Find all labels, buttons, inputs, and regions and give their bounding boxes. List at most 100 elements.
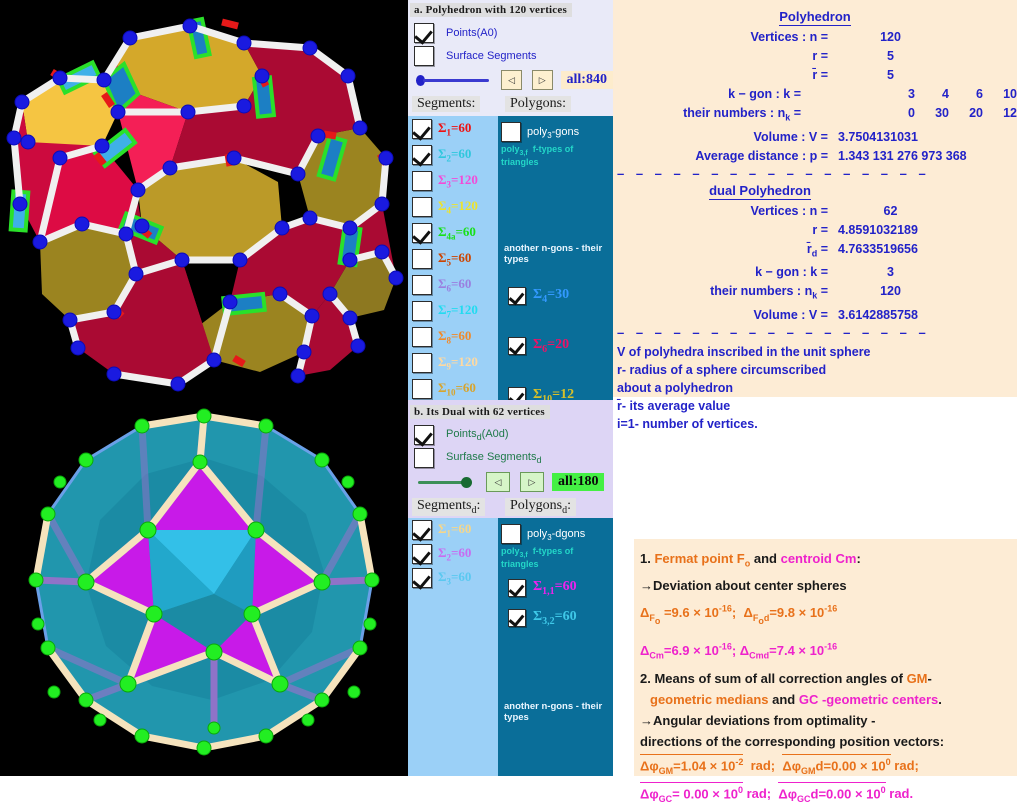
segment-row-5[interactable]: Σ4a=60 — [408, 220, 498, 246]
segment-row-8[interactable]: Σ7=120 — [408, 298, 498, 324]
segment-label-2: Σ2=60 — [438, 146, 472, 164]
poly-gons-row-top[interactable]: poly3-gons — [498, 116, 613, 142]
all-count-badge-bottom: all:180 — [552, 473, 605, 491]
surface-segments-checkbox-top[interactable] — [414, 46, 434, 66]
ngon-row-1[interactable]: Σ1,1=60 — [498, 573, 613, 603]
note-line-9: ΔφGM=1.04 × 10-2 rad; ΔφGMd=0.00 × 100 r… — [634, 752, 1017, 780]
ngon-label-2: Σ6=20 — [533, 336, 570, 355]
prev-button-top[interactable]: ◁ — [501, 70, 522, 90]
note-line-3: ΔFo =9.6 × 10-16; ΔFod=9.8 × 10-16 — [640, 603, 838, 626]
poly-ftypes-label-top: poly3,f f-types of triangles — [501, 144, 574, 167]
segment-checkbox-3[interactable] — [412, 568, 432, 588]
segment-checkbox-1[interactable] — [412, 119, 432, 139]
polyhedron-viewport-top[interactable] — [0, 0, 408, 400]
segment-label-5: Σ4a=60 — [438, 224, 476, 242]
dual-row-2: r = 4.8591032189 — [613, 221, 1017, 240]
segment-checkbox-2[interactable] — [412, 544, 432, 564]
points-checkbox-bottom[interactable] — [414, 425, 434, 445]
polyhedron-row-3: r̄ = 5 — [613, 66, 1017, 85]
segment-row-4[interactable]: Σ4=120 — [408, 194, 498, 220]
note-line-10: ΔφGC= 0.00 × 100 rad; ΔφGCd=0.00 × 100 r… — [634, 780, 1017, 808]
note-line-1: 1. Fermat point Fo and centroid Cm: — [640, 551, 861, 569]
segment-row-6[interactable]: Σ5=60 — [408, 246, 498, 272]
polyhedron-row-4: k − gon : k = 3 4 6 10 — [613, 85, 1017, 104]
dual-row-5: their numbers : nk = 120 — [613, 282, 1017, 306]
slider-row-top[interactable]: ◁ ▷ all:840 — [416, 70, 613, 90]
segment-row-10[interactable]: Σ9=120 — [408, 350, 498, 376]
segment-checkbox-4[interactable] — [412, 197, 432, 217]
all-count-badge-top: all:840 — [560, 71, 613, 89]
segment-label-7: Σ6=60 — [438, 276, 472, 294]
slider-knob-bottom[interactable] — [461, 476, 472, 488]
segment-checkbox-1[interactable] — [412, 520, 432, 540]
ngon-checkbox-1[interactable] — [508, 286, 526, 305]
ngon-checkbox-2[interactable] — [508, 608, 526, 627]
segment-checkbox-8[interactable] — [412, 301, 432, 321]
polyhedron-viewport-bottom[interactable] — [0, 400, 408, 776]
segment-row-11[interactable]: Σ10=60 — [408, 376, 498, 400]
dual-polyhedron-render — [0, 400, 408, 776]
prev-button-bottom[interactable]: ◁ — [486, 472, 510, 492]
segment-row-1[interactable]: Σ1=60 — [408, 116, 498, 142]
note-line-8: directions of the corresponding position… — [640, 734, 945, 750]
surface-segments-label-top: Surface Segments — [446, 50, 537, 62]
dual-key-1: Vertices : n = — [750, 203, 828, 218]
points-row-bottom[interactable]: Pointsd(A0d) — [414, 425, 613, 445]
ngon-checkbox-2[interactable] — [508, 336, 526, 355]
points-row-top[interactable]: Points(A0) — [414, 23, 613, 43]
segment-label-1: Σ1=60 — [438, 120, 472, 138]
poly-gons-checkbox-top[interactable] — [501, 122, 521, 142]
control-panel-bottom: b. Its Dual with 62 vertices Pointsd(A0d… — [408, 400, 613, 776]
segments-column-bottom: Σ1=60 Σ2=60 Σ3=60 — [408, 518, 498, 776]
segments-header-top: Segments: — [412, 96, 481, 112]
segment-checkbox-10[interactable] — [412, 353, 432, 373]
note-line-2: →Deviation about center spheres — [640, 577, 847, 593]
slider-track-bottom[interactable] — [418, 480, 464, 484]
control-panel-top: a. Polyhedron with 120 vertices Points(A… — [408, 0, 613, 400]
note-line-4: ΔCm=6.9 × 10-16; ΔCmd=7.4 × 10-16 — [640, 641, 838, 661]
polyhedron-render-top — [0, 0, 408, 400]
points-checkbox-top[interactable] — [414, 23, 434, 43]
surface-segments-row-top[interactable]: Surface Segments — [414, 46, 613, 66]
slider-row-bottom[interactable]: ◁ ▷ all:180 — [418, 472, 613, 492]
info-note-1: V of polyhedra inscribed in the unit sph… — [617, 344, 871, 359]
surface-segments-checkbox-bottom[interactable] — [414, 448, 434, 468]
info-note-3: about a polyhedron — [617, 380, 733, 395]
polyhedron-row-5: their numbers : nk = 0 30 20 12 — [613, 104, 1017, 128]
segment-row-3[interactable]: Σ3=120 — [408, 168, 498, 194]
segment-row-1[interactable]: Σ1=60 — [408, 518, 498, 542]
segment-checkbox-9[interactable] — [412, 327, 432, 347]
poly-dgons-checkbox-bottom[interactable] — [501, 524, 521, 544]
segment-row-7[interactable]: Σ6=60 — [408, 272, 498, 298]
next-button-top[interactable]: ▷ — [531, 70, 553, 90]
surface-segments-row-bottom[interactable]: Surfase Segmentsd — [414, 448, 613, 468]
segment-row-2[interactable]: Σ2=60 — [408, 542, 498, 566]
poly-gons-row-bottom[interactable]: poly3-dgons — [498, 518, 613, 544]
ngon-row-1[interactable]: Σ4=30 — [498, 271, 613, 321]
next-button-bottom[interactable]: ▷ — [520, 472, 544, 492]
slider-track-top[interactable] — [423, 78, 490, 82]
segment-label-4: Σ4=120 — [438, 198, 478, 216]
poly-dgons-label-bottom: poly3-dgons — [527, 528, 586, 543]
polygons-column-bottom: poly3-dgons poly3,f f-types of triangles… — [498, 518, 613, 776]
polygons-header-top: Polygons: — [505, 96, 572, 112]
ngon-row-2[interactable]: Σ6=20 — [498, 321, 613, 371]
segment-checkbox-3[interactable] — [412, 171, 432, 191]
polygons-header-bottom: Polygonsd: — [505, 498, 577, 516]
segment-row-2[interactable]: Σ2=60 — [408, 142, 498, 168]
ngon-checkbox-3[interactable] — [508, 386, 526, 400]
ngon-row-2[interactable]: Σ3,2=60 — [498, 603, 613, 633]
segment-row-3[interactable]: Σ3=60 — [408, 566, 498, 590]
ngon-checkbox-1[interactable] — [508, 578, 526, 597]
segment-checkbox-6[interactable] — [412, 249, 432, 269]
segment-row-9[interactable]: Σ8=60 — [408, 324, 498, 350]
segment-checkbox-11[interactable] — [412, 379, 432, 399]
ngon-row-3[interactable]: Σ10=12 — [498, 371, 613, 400]
app-root: a. Polyhedron with 120 vertices Points(A… — [0, 0, 1017, 804]
poly-ftypes-label-bottom: poly3,f f-types of triangles — [501, 546, 574, 569]
segment-checkbox-7[interactable] — [412, 275, 432, 295]
note-line-6: geometric medians and GC -geometric cent… — [650, 692, 942, 708]
segment-checkbox-2[interactable] — [412, 145, 432, 165]
segment-checkbox-5[interactable] — [412, 223, 432, 243]
segment-label-11: Σ10=60 — [438, 380, 476, 398]
